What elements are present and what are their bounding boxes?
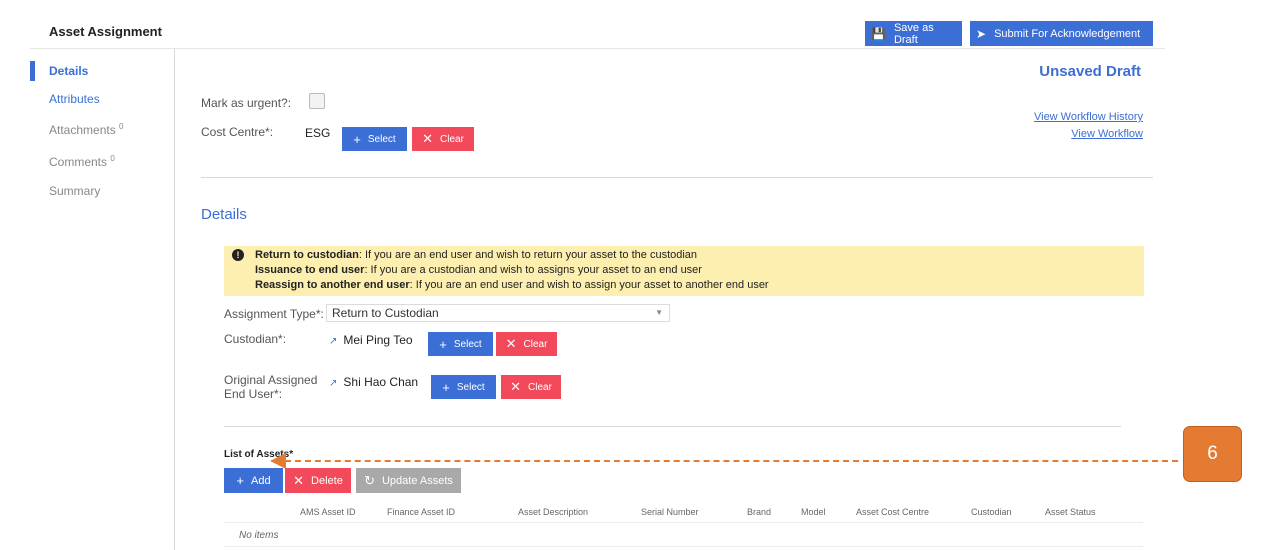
callout-badge: 6 (1183, 426, 1242, 482)
custodian-clear-button[interactable]: ✕ Clear (496, 332, 557, 356)
notice-line: Reassign to another end user: If you are… (255, 279, 769, 291)
original-user-clear-button[interactable]: ✕ Clear (501, 375, 561, 399)
empty-table-text: No items (239, 530, 279, 541)
custodian-select-button[interactable]: + Select (428, 332, 493, 356)
refresh-icon: ↻ (364, 472, 375, 488)
select-label: Select (456, 381, 485, 393)
submit-acknowledgement-button[interactable]: ➤ Submit For Acknowledgement (970, 21, 1153, 46)
original-user-value: Shi Hao Chan (343, 375, 419, 389)
column-header[interactable]: Model (801, 507, 826, 517)
send-icon: ➤ (976, 26, 987, 41)
assignment-notice: ! Return to custodian: If you are an end… (224, 246, 1144, 296)
assignment-type-value: Return to Custodian (332, 306, 439, 320)
update-assets-button: ↻ Update Assets (356, 468, 461, 493)
column-header[interactable]: Asset Description (518, 507, 588, 517)
sidebar-item-label: Attributes (49, 92, 100, 106)
app-window: Asset Assignment 💾 Save as Draft ➤ Submi… (30, 15, 1165, 550)
cost-centre-select-button[interactable]: + Select (342, 127, 407, 151)
delete-asset-button[interactable]: ✕ Delete (285, 468, 351, 493)
plus-icon: + (439, 336, 447, 352)
page-title: Asset Assignment (49, 24, 162, 39)
plus-icon: + (236, 473, 244, 488)
update-label: Update Assets (381, 474, 453, 487)
urgent-checkbox[interactable] (309, 93, 325, 109)
column-header[interactable]: Asset Status (1045, 507, 1096, 517)
sidebar-item-attributes[interactable]: Attributes (49, 92, 100, 106)
view-workflow-history-link[interactable]: View Workflow History (1034, 111, 1143, 123)
add-asset-button[interactable]: + Add (224, 468, 283, 493)
save-as-draft-label: Save as Draft (893, 21, 934, 46)
assignment-type-label: Assignment Type*: (224, 307, 324, 321)
sidebar-item-label: Summary (49, 184, 101, 198)
divider (224, 426, 1121, 427)
comments-count: 0 (110, 154, 115, 163)
custodian-link[interactable]: ↗ Mei Ping Teo (329, 333, 413, 347)
select-label: Select (453, 338, 482, 350)
column-header[interactable]: Finance Asset ID (387, 507, 455, 517)
column-header[interactable]: Asset Cost Centre (856, 507, 929, 517)
view-workflow-link[interactable]: View Workflow (1071, 128, 1143, 140)
add-label: Add (251, 474, 271, 487)
notice-line: Issuance to end user: If you are a custo… (255, 264, 702, 276)
divider (201, 177, 1153, 178)
details-section-title: Details (201, 206, 247, 223)
top-bar: Asset Assignment 💾 Save as Draft ➤ Submi… (30, 15, 1165, 49)
main-content: Mark as urgent?: Cost Centre*: ESG + Sel… (175, 49, 1165, 550)
custodian-value: Mei Ping Teo (343, 333, 413, 347)
table-row-divider (224, 546, 1143, 547)
alert-icon: ! (232, 249, 244, 261)
sidebar-item-attachments[interactable]: Attachments 0 (49, 122, 124, 137)
sidebar-item-label: Comments (49, 155, 108, 169)
table-header-divider (224, 522, 1143, 523)
close-icon: ✕ (505, 336, 517, 351)
clear-label: Clear (440, 133, 464, 145)
active-indicator (30, 61, 35, 81)
external-link-icon: ↗ (329, 378, 338, 389)
cost-centre-clear-button[interactable]: ✕ Clear (412, 127, 474, 151)
submit-label: Submit For Acknowledgement (994, 27, 1141, 40)
urgent-label: Mark as urgent?: (201, 96, 292, 110)
column-header[interactable]: Custodian (971, 507, 1012, 517)
callout-line (285, 460, 1178, 462)
close-icon: ✕ (422, 131, 433, 146)
original-user-link[interactable]: ↗ Shi Hao Chan (329, 375, 418, 389)
plus-icon: + (442, 379, 450, 395)
clear-label: Clear (523, 338, 548, 350)
clear-label: Clear (528, 381, 552, 393)
assignment-type-select[interactable]: Return to Custodian ▼ (326, 304, 670, 322)
sidebar-item-details[interactable]: Details (49, 64, 88, 78)
chevron-down-icon: ▼ (655, 308, 663, 317)
attachments-count: 0 (119, 122, 124, 131)
sidebar-item-summary[interactable]: Summary (49, 184, 100, 198)
close-icon: ✕ (510, 379, 521, 394)
plus-icon: + (353, 131, 361, 147)
save-as-draft-button[interactable]: 💾 Save as Draft (865, 21, 962, 46)
sidebar: Details Attributes Attachments 0 Comment… (30, 49, 175, 550)
column-header[interactable]: AMS Asset ID (300, 507, 356, 517)
external-link-icon: ↗ (329, 336, 338, 347)
column-header[interactable]: Brand (747, 507, 771, 517)
select-label: Select (367, 133, 396, 145)
sidebar-item-label: Attachments (49, 123, 116, 137)
draft-status: Unsaved Draft (1039, 63, 1141, 80)
sidebar-item-label: Details (49, 64, 89, 78)
callout-arrow-icon (270, 453, 286, 469)
delete-label: Delete (311, 474, 343, 487)
close-icon: ✕ (293, 472, 305, 488)
original-user-select-button[interactable]: + Select (431, 375, 496, 399)
cost-centre-label: Cost Centre*: (201, 125, 274, 139)
sidebar-item-comments[interactable]: Comments 0 (49, 154, 115, 169)
original-user-label: Original Assigned End User*: (224, 373, 318, 401)
column-header[interactable]: Serial Number (641, 507, 699, 517)
notice-line: Return to custodian: If you are an end u… (255, 249, 698, 261)
cost-centre-value: ESG (305, 126, 331, 140)
save-icon: 💾 (871, 26, 886, 41)
custodian-label: Custodian*: (224, 332, 287, 346)
